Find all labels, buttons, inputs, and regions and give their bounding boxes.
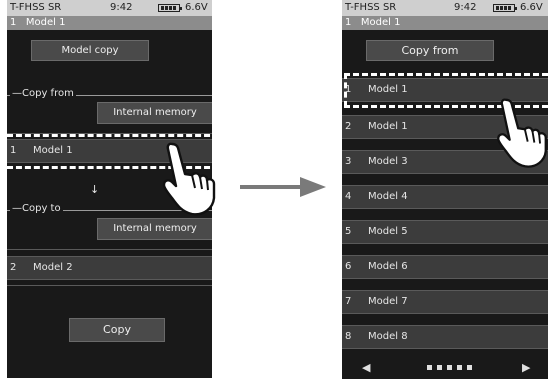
model-header-text: 1 Model 1 <box>10 17 66 28</box>
internal-memory-to-button[interactable]: Internal memory <box>97 218 212 240</box>
right-screen: T-FHSS SR 9:42 6.6V 1 Model 1 Copy from … <box>342 0 548 379</box>
transition-arrow <box>240 185 302 189</box>
prev-page-button[interactable]: ◀ <box>362 361 370 374</box>
model-name: Model 1 <box>33 145 73 156</box>
divider <box>7 249 212 250</box>
page-indicator <box>437 365 442 370</box>
down-arrow-icon: ↓ <box>90 183 100 196</box>
model-row[interactable]: 4 Model 4 <box>342 185 548 209</box>
selection-outline <box>344 73 548 76</box>
page-indicator <box>467 365 472 370</box>
status-bar: T-FHSS SR 9:42 6.6V <box>342 0 548 16</box>
model-header: 1 Model 1 <box>342 16 548 30</box>
copy-to-label: —Copy to <box>10 203 63 214</box>
voltage: 6.6V <box>185 2 208 13</box>
clock: 9:42 <box>110 2 133 13</box>
pointing-hand-icon <box>162 142 216 216</box>
model-name: Model 8 <box>368 331 408 342</box>
status-bar: T-FHSS SR 9:42 6.6V <box>7 0 212 16</box>
model-number: 2 <box>345 121 352 132</box>
status-title: T-FHSS SR <box>345 2 397 13</box>
divider <box>7 285 212 286</box>
model-number: 5 <box>345 226 352 237</box>
model-row[interactable]: 8 Model 8 <box>342 325 548 349</box>
model-name: Model 3 <box>368 156 408 167</box>
model-number: 6 <box>345 261 352 272</box>
selection-outline <box>344 73 347 107</box>
internal-memory-from-button[interactable]: Internal memory <box>97 102 212 124</box>
model-number: 3 <box>345 156 352 167</box>
clock: 9:42 <box>454 2 477 13</box>
model-row[interactable]: 7 Model 7 <box>342 290 548 314</box>
model-header-text: 1 Model 1 <box>345 17 401 28</box>
model-name: Model 6 <box>368 261 408 272</box>
model-number: 4 <box>345 191 352 202</box>
copy-to-model-row[interactable]: 2 Model 2 <box>7 256 212 280</box>
model-name: Model 1 <box>368 84 408 95</box>
page-indicator <box>427 365 432 370</box>
model-name: Model 5 <box>368 226 408 237</box>
page-indicator <box>447 365 452 370</box>
model-name: Model 2 <box>33 262 73 273</box>
model-name: Model 1 <box>368 121 408 132</box>
arrow-right-icon <box>300 177 326 197</box>
model-row[interactable]: 6 Model 6 <box>342 255 548 279</box>
model-copy-button[interactable]: Model copy <box>31 40 149 61</box>
pointing-hand-icon <box>497 98 547 168</box>
model-row[interactable]: 5 Model 5 <box>342 220 548 244</box>
model-number: 8 <box>345 331 352 342</box>
model-number: 1 <box>10 145 17 156</box>
voltage: 6.6V <box>520 2 543 13</box>
copy-button[interactable]: Copy <box>69 318 165 342</box>
battery-icon <box>493 4 517 12</box>
copy-from-label: —Copy from <box>10 88 76 99</box>
model-name: Model 7 <box>368 296 408 307</box>
page-indicator <box>457 365 462 370</box>
model-name: Model 4 <box>368 191 408 202</box>
model-number: 7 <box>345 296 352 307</box>
model-header: 1 Model 1 <box>7 16 212 30</box>
copy-from-title: Copy from <box>366 40 494 61</box>
status-title: T-FHSS SR <box>10 2 62 13</box>
model-number: 2 <box>10 262 17 273</box>
battery-icon <box>158 4 182 12</box>
next-page-button[interactable]: ▶ <box>522 361 530 374</box>
selection-outline <box>7 134 219 137</box>
